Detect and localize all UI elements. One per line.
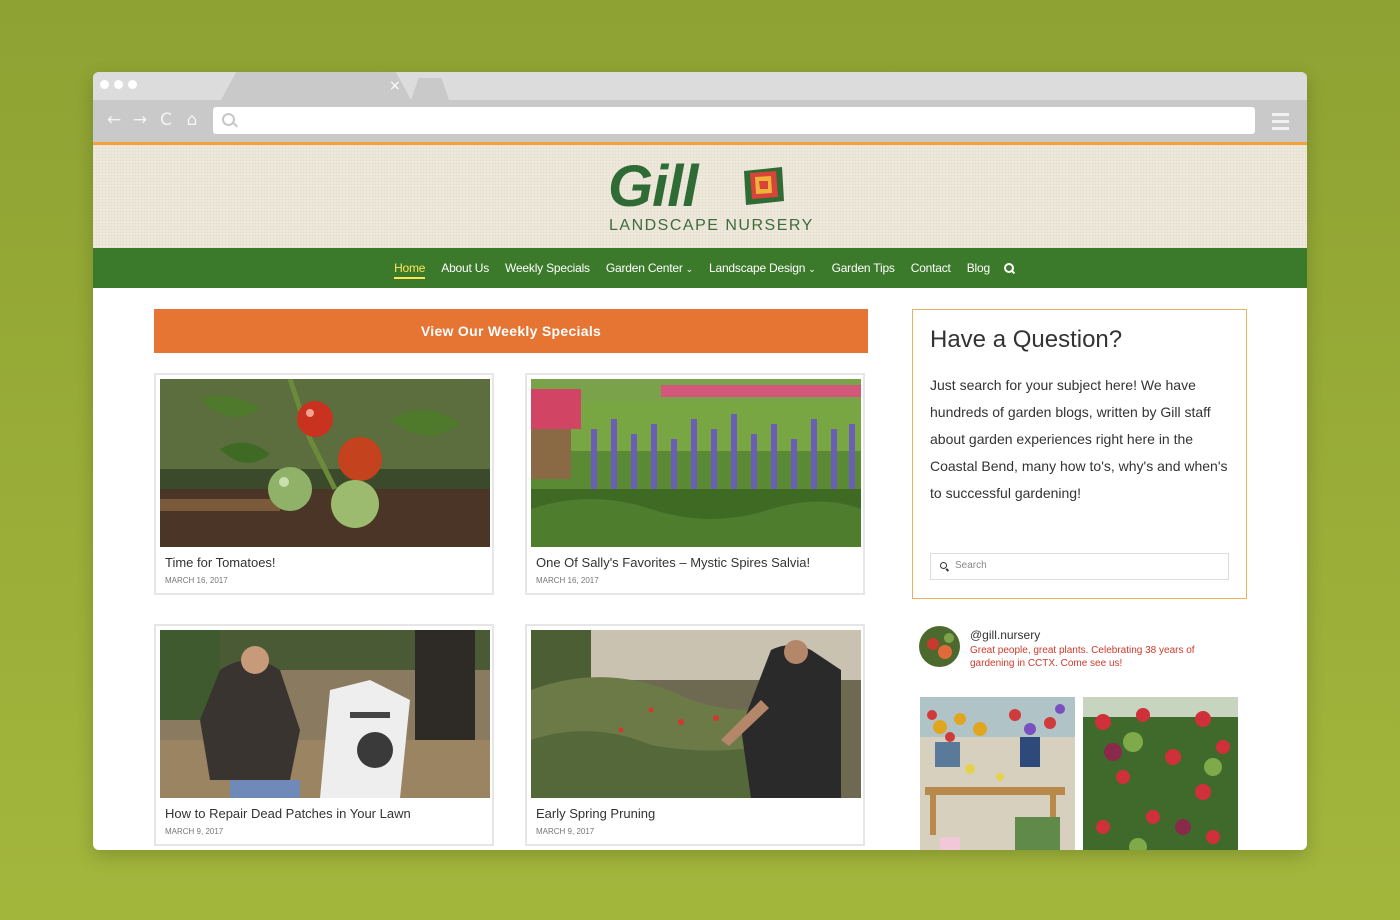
browser-tab-active[interactable] — [221, 72, 411, 100]
menu-hamburger-icon[interactable] — [1272, 113, 1289, 134]
post-date: MARCH 9, 2017 — [536, 827, 595, 836]
chevron-down-icon: ⌄ — [685, 263, 694, 274]
nav-label: Garden Tips — [831, 261, 895, 275]
instagram-photo[interactable] — [920, 697, 1075, 850]
instagram-photo[interactable] — [1083, 697, 1238, 850]
question-description: Just search for your subject here! We ha… — [930, 377, 1228, 501]
search-placeholder: Search — [955, 560, 987, 571]
post-title[interactable]: How to Repair Dead Patches in Your Lawn — [165, 806, 411, 821]
post-image-tomatoes[interactable] — [160, 379, 490, 547]
instagram-avatar[interactable] — [919, 626, 960, 667]
nav-item-home[interactable]: Home — [386, 248, 433, 288]
site-header: Gill LANDSCAPE NURSERY — [93, 145, 1307, 248]
blog-post-card[interactable]: How to Repair Dead Patches in Your Lawn … — [154, 624, 494, 846]
window-controls — [100, 80, 137, 89]
nav-item-landscape-design[interactable]: Landscape Design ⌄ — [701, 248, 824, 289]
post-title[interactable]: One Of Sally's Favorites – Mystic Spires… — [536, 555, 810, 570]
nav-label: Home — [394, 261, 426, 275]
nav-label: Weekly Specials — [505, 261, 590, 275]
page-content: View Our Weekly Specials Time for Tomato… — [93, 288, 1307, 850]
question-widget: Have a Question? Just search for your su… — [912, 309, 1247, 599]
question-heading: Have a Question? — [930, 326, 1123, 353]
browser-toolbar: ← → C ⌂ — [93, 100, 1307, 142]
search-icon — [940, 562, 947, 569]
nav-label: About Us — [441, 261, 490, 275]
nav-item-about-us[interactable]: About Us — [433, 248, 497, 288]
instagram-bio: Great people, great plants. Celebrating … — [970, 645, 1195, 669]
main-navigation: Home About Us Weekly Specials Garden Cen… — [93, 248, 1307, 288]
post-date: MARCH 16, 2017 — [165, 576, 228, 585]
nav-label: Garden Center — [605, 260, 683, 275]
browser-window: × ← → C ⌂ Gill LANDSCAPE NURSERY Home Ab… — [93, 72, 1307, 850]
post-date: MARCH 16, 2017 — [536, 576, 599, 585]
post-image-pruning[interactable] — [531, 630, 861, 798]
post-title[interactable]: Early Spring Pruning — [536, 806, 655, 821]
instagram-handle[interactable]: @gill.nursery — [970, 628, 1040, 642]
nav-label: Contact — [910, 261, 951, 275]
logo-subtitle: LANDSCAPE NURSERY — [609, 217, 814, 234]
home-icon[interactable]: ⌂ — [183, 110, 201, 130]
nav-item-garden-center[interactable]: Garden Center ⌄ — [598, 248, 701, 289]
forward-arrow-icon[interactable]: → — [131, 110, 149, 130]
blog-post-card[interactable]: Time for Tomatoes! MARCH 16, 2017 — [154, 373, 494, 595]
post-image-lawn-repair[interactable] — [160, 630, 490, 798]
blog-post-card[interactable]: One Of Sally's Favorites – Mystic Spires… — [525, 373, 865, 595]
nav-item-contact[interactable]: Contact — [903, 248, 959, 288]
chevron-down-icon: ⌄ — [808, 263, 816, 274]
back-arrow-icon[interactable]: ← — [105, 110, 123, 130]
weekly-specials-button[interactable]: View Our Weekly Specials — [154, 309, 868, 353]
sidebar-search-input[interactable]: Search — [930, 553, 1229, 580]
window-minimize-dot[interactable] — [114, 80, 123, 89]
tab-close-icon[interactable]: × — [389, 78, 401, 94]
address-bar[interactable] — [213, 107, 1255, 134]
nav-label: Landscape Design — [709, 260, 806, 275]
window-maximize-dot[interactable] — [128, 80, 137, 89]
post-title[interactable]: Time for Tomatoes! — [165, 555, 276, 570]
new-tab-button[interactable] — [411, 78, 449, 100]
search-icon — [222, 113, 235, 126]
logo-emblem-icon — [744, 167, 784, 205]
blog-post-card[interactable]: Early Spring Pruning MARCH 9, 2017 — [525, 624, 865, 846]
nav-label: Blog — [966, 261, 990, 275]
post-image-salvia[interactable] — [531, 379, 861, 547]
nav-item-blog[interactable]: Blog — [959, 248, 998, 288]
nav-item-garden-tips[interactable]: Garden Tips — [824, 248, 903, 288]
post-date: MARCH 9, 2017 — [165, 827, 224, 836]
window-close-dot[interactable] — [100, 80, 109, 89]
browser-tab-bar: × — [93, 72, 1307, 100]
nav-search-icon[interactable] — [1003, 263, 1014, 273]
logo-wordmark: Gill — [608, 154, 698, 219]
site-logo[interactable]: Gill LANDSCAPE NURSERY — [608, 154, 812, 237]
reload-icon[interactable]: C — [157, 110, 175, 130]
nav-item-weekly-specials[interactable]: Weekly Specials — [497, 248, 598, 288]
